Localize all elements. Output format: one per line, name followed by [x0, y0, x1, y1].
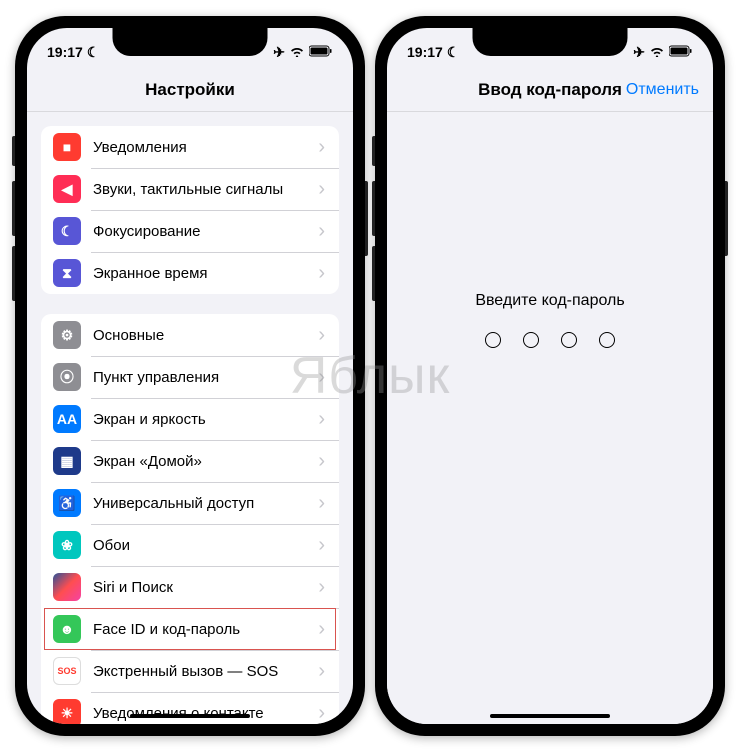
nav-header-settings: Настройки: [27, 68, 353, 112]
passcode-prompt: Введите код-пароль: [475, 292, 624, 310]
general-icon: ⚙: [53, 321, 81, 349]
display-icon: AA: [53, 405, 81, 433]
chevron-right-icon: ›: [318, 366, 325, 389]
row-label: Face ID и код-пароль: [93, 621, 318, 638]
row-label: Экран «Домой»: [93, 453, 318, 470]
row-home-screen[interactable]: ▦ Экран «Домой»›: [41, 440, 339, 482]
chevron-right-icon: ›: [318, 220, 325, 243]
row-control-center[interactable]: ⦿ Пункт управления›: [41, 356, 339, 398]
passcode-dot: [485, 332, 501, 348]
row-general[interactable]: ⚙ Основные›: [41, 314, 339, 356]
moon-icon: ☾: [87, 44, 100, 61]
row-screen-time[interactable]: ⧗ Экранное время›: [41, 252, 339, 294]
row-accessibility[interactable]: ♿ Универсальный доступ›: [41, 482, 339, 524]
page-title: Ввод код-пароля: [478, 80, 622, 100]
page-title: Настройки: [145, 80, 235, 100]
passcode-dot: [523, 332, 539, 348]
row-label: Основные: [93, 327, 318, 344]
chevron-right-icon: ›: [318, 408, 325, 431]
exposure-icon: ☀: [53, 699, 81, 724]
screen-passcode: 19:17 ☾ ✈ Ввод код-пароля Отменить Введи…: [387, 28, 713, 724]
screen-time-icon: ⧗: [53, 259, 81, 287]
sounds-icon: ◀: [53, 175, 81, 203]
airplane-icon: ✈: [273, 44, 285, 61]
row-label: Экранное время: [93, 265, 318, 282]
chevron-right-icon: ›: [318, 492, 325, 515]
battery-icon: [309, 44, 333, 60]
row-label: Звуки, тактильные сигналы: [93, 181, 318, 198]
chevron-right-icon: ›: [318, 450, 325, 473]
row-wallpaper[interactable]: ❀ Обои›: [41, 524, 339, 566]
notch: [473, 28, 628, 56]
control-center-icon: ⦿: [53, 363, 81, 391]
row-notifications[interactable]: ■ Уведомления›: [41, 126, 339, 168]
chevron-right-icon: ›: [318, 136, 325, 159]
row-label: Siri и Поиск: [93, 579, 318, 596]
nav-header-passcode: Ввод код-пароля Отменить: [387, 68, 713, 112]
status-time: 19:17: [47, 44, 83, 60]
row-label: Пункт управления: [93, 369, 318, 386]
chevron-right-icon: ›: [318, 178, 325, 201]
accessibility-icon: ♿: [53, 489, 81, 517]
wifi-icon: [289, 44, 305, 60]
row-label: Обои: [93, 537, 318, 554]
sos-icon: SOS: [53, 657, 81, 685]
home-screen-icon: ▦: [53, 447, 81, 475]
chevron-right-icon: ›: [318, 702, 325, 725]
notch: [113, 28, 268, 56]
siri-icon: [53, 573, 81, 601]
notifications-icon: ■: [53, 133, 81, 161]
chevron-right-icon: ›: [318, 534, 325, 557]
battery-icon: [669, 44, 693, 60]
status-time: 19:17: [407, 44, 443, 60]
settings-group: ■Уведомления›◀Звуки, тактильные сигналы›…: [41, 126, 339, 294]
wallpaper-icon: ❀: [53, 531, 81, 559]
row-face-id[interactable]: ☻ Face ID и код-пароль›: [41, 608, 339, 650]
passcode-dot: [599, 332, 615, 348]
row-label: Уведомления о контакте: [93, 705, 318, 722]
home-indicator[interactable]: [130, 714, 250, 718]
passcode-dot: [561, 332, 577, 348]
settings-list[interactable]: ■Уведомления›◀Звуки, тактильные сигналы›…: [27, 112, 353, 724]
wifi-icon: [649, 44, 665, 60]
phone-left: 19:17 ☾ ✈ Настройки ■Уведомления›◀Звуки,…: [15, 16, 365, 736]
row-sounds[interactable]: ◀ Звуки, тактильные сигналы›: [41, 168, 339, 210]
phone-right: 19:17 ☾ ✈ Ввод код-пароля Отменить Введи…: [375, 16, 725, 736]
row-label: Универсальный доступ: [93, 495, 318, 512]
row-display[interactable]: AA Экран и яркость›: [41, 398, 339, 440]
face-id-icon: ☻: [53, 615, 81, 643]
chevron-right-icon: ›: [318, 262, 325, 285]
passcode-area: Введите код-пароль: [387, 112, 713, 724]
settings-group: ⚙Основные›⦿Пункт управления›AAЭкран и яр…: [41, 314, 339, 724]
cancel-button[interactable]: Отменить: [626, 81, 699, 99]
screen-settings: 19:17 ☾ ✈ Настройки ■Уведомления›◀Звуки,…: [27, 28, 353, 724]
chevron-right-icon: ›: [318, 618, 325, 641]
passcode-dots: [485, 332, 615, 348]
row-label: Уведомления: [93, 139, 318, 156]
airplane-icon: ✈: [633, 44, 645, 61]
row-label: Экран и яркость: [93, 411, 318, 428]
row-focus[interactable]: ☾ Фокусирование›: [41, 210, 339, 252]
row-exposure[interactable]: ☀ Уведомления о контакте›: [41, 692, 339, 724]
row-siri[interactable]: Siri и Поиск›: [41, 566, 339, 608]
row-label: Фокусирование: [93, 223, 318, 240]
moon-icon: ☾: [447, 44, 460, 61]
chevron-right-icon: ›: [318, 660, 325, 683]
focus-icon: ☾: [53, 217, 81, 245]
chevron-right-icon: ›: [318, 576, 325, 599]
row-sos[interactable]: SOS Экстренный вызов — SOS›: [41, 650, 339, 692]
home-indicator[interactable]: [490, 714, 610, 718]
row-label: Экстренный вызов — SOS: [93, 663, 318, 680]
chevron-right-icon: ›: [318, 324, 325, 347]
